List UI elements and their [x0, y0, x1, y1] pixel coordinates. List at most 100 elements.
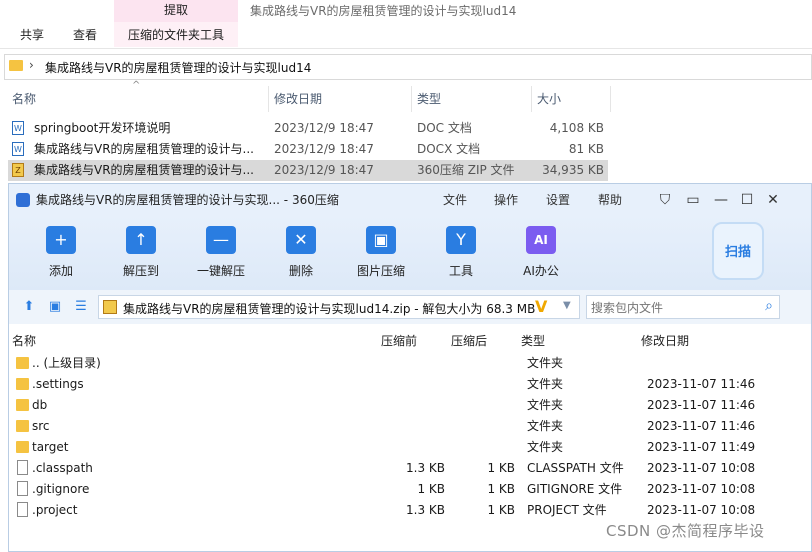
- zip-row[interactable]: .. (上级目录) 文件夹: [10, 353, 800, 374]
- skin-icon[interactable]: ⛉: [654, 184, 676, 216]
- zip-entry-name: .gitignore: [32, 482, 90, 496]
- image-compress-icon: ▣: [366, 226, 396, 254]
- file-row-selected[interactable]: Z 集成路线与VR的房屋租赁管理的设计与... 2023/12/9 18:47 …: [8, 160, 608, 181]
- tab-share[interactable]: 共享: [20, 22, 44, 48]
- zip-row[interactable]: src 文件夹 2023-11-07 11:46: [10, 416, 800, 437]
- zip-entry-name: src: [32, 419, 50, 433]
- toolbar-label: 添加: [48, 264, 73, 278]
- file-size: 4,108 KB: [549, 121, 604, 135]
- toolbar-label: 删除: [288, 264, 313, 278]
- tab-view[interactable]: 查看: [73, 22, 97, 48]
- chevron-down-icon[interactable]: ▼: [563, 300, 571, 311]
- zip-row[interactable]: .gitignore 1 KB 1 KB GITIGNORE 文件 2023-1…: [10, 479, 800, 500]
- menu-file[interactable]: 文件: [443, 184, 467, 216]
- zip-entry-type: 文件夹: [527, 398, 564, 412]
- thumbnail-view-icon[interactable]: ▣: [46, 298, 64, 316]
- zip-column-header-name[interactable]: 名称: [12, 331, 36, 351]
- zip-entry-type: 文件夹: [527, 419, 564, 433]
- file-modified: 2023/12/9 18:47: [274, 163, 374, 177]
- menu-help[interactable]: 帮助: [598, 184, 622, 216]
- word-doc-icon: W: [12, 142, 24, 156]
- zip-entry-type: GITIGNORE 文件: [527, 482, 623, 496]
- sort-up-icon: ^: [132, 80, 141, 91]
- watermark: CSDN @杰简程序毕设: [606, 522, 765, 540]
- zip-entry-after: 1 KB: [487, 503, 515, 517]
- tab-compressed-folder-tools[interactable]: 压缩的文件夹工具: [114, 22, 238, 47]
- column-divider[interactable]: [531, 86, 532, 112]
- toolbar-label: 解压到: [122, 264, 159, 278]
- search-icon[interactable]: ⌕: [765, 298, 773, 314]
- zip-column-header-type[interactable]: 类型: [521, 331, 545, 351]
- extract-to-button[interactable]: ↑ 解压到: [109, 222, 173, 284]
- column-header-type[interactable]: 类型: [417, 86, 441, 112]
- verified-v-icon: V: [535, 297, 548, 316]
- file-name: 集成路线与VR的房屋租赁管理的设计与...: [34, 142, 254, 156]
- zip-row[interactable]: .settings 文件夹 2023-11-07 11:46: [10, 374, 800, 395]
- column-header-size[interactable]: 大小: [537, 86, 561, 112]
- toolbar-label: 图片压缩: [356, 264, 405, 278]
- menu-operation[interactable]: 操作: [494, 184, 518, 216]
- zip-column-header-modified[interactable]: 修改日期: [641, 331, 689, 351]
- maximize-button[interactable]: ☐: [736, 184, 758, 216]
- tools-icon: Y: [446, 226, 476, 254]
- zip-entry-name: .classpath: [32, 461, 93, 475]
- folder-icon: [16, 399, 29, 411]
- file-icon: [17, 481, 28, 496]
- zip-entry-before: 1.3 KB: [406, 503, 445, 517]
- minimize-button[interactable]: —: [710, 184, 732, 216]
- ai-office-icon: AI: [526, 226, 556, 254]
- column-divider[interactable]: [610, 86, 611, 112]
- address-bar[interactable]: › 集成路线与VR的房屋租赁管理的设计与实现lud14: [4, 54, 812, 80]
- file-modified: 2023/12/9 18:47: [274, 121, 374, 135]
- menu-settings[interactable]: 设置: [546, 184, 570, 216]
- word-doc-icon: W: [12, 121, 24, 135]
- chevron-right-icon[interactable]: ›: [29, 58, 34, 72]
- zip-entry-before: 1.3 KB: [406, 461, 445, 475]
- archive-search-box[interactable]: ⌕: [586, 295, 780, 319]
- zip-entry-before: 1 KB: [417, 482, 445, 496]
- list-view-icon[interactable]: ☰: [72, 298, 90, 316]
- toolbar-label: AI办公: [523, 264, 559, 278]
- up-arrow-icon[interactable]: ⬆: [20, 298, 38, 316]
- search-input[interactable]: [589, 298, 753, 318]
- zip-row[interactable]: db 文件夹 2023-11-07 11:46: [10, 395, 800, 416]
- zip-window-title: 集成路线与VR的房屋租赁管理的设计与实现... - 360压缩: [36, 193, 339, 207]
- zip-entry-type: 文件夹: [527, 377, 564, 391]
- column-divider[interactable]: [411, 86, 412, 112]
- toolbar-label: 一键解压: [196, 264, 245, 278]
- zip-entry-name: .settings: [32, 377, 84, 391]
- one-click-extract-button[interactable]: — 一键解压: [189, 222, 253, 284]
- column-divider[interactable]: [268, 86, 269, 112]
- file-name: springboot开发环境说明: [34, 121, 171, 135]
- scan-button[interactable]: 扫描: [712, 222, 764, 280]
- file-icon: [17, 502, 28, 517]
- tab-extract[interactable]: 提取: [114, 0, 238, 22]
- zip-row[interactable]: target 文件夹 2023-11-07 11:49: [10, 437, 800, 458]
- zip-row[interactable]: .project 1.3 KB 1 KB PROJECT 文件 2023-11-…: [10, 500, 800, 521]
- delete-button[interactable]: ✕ 删除: [269, 222, 333, 284]
- folder-icon: [16, 441, 29, 453]
- tools-button[interactable]: Y 工具: [429, 222, 493, 284]
- feedback-icon[interactable]: ▭: [682, 184, 704, 216]
- file-row[interactable]: W 集成路线与VR的房屋租赁管理的设计与... 2023/12/9 18:47 …: [8, 139, 608, 160]
- zip-row[interactable]: .classpath 1.3 KB 1 KB CLASSPATH 文件 2023…: [10, 458, 800, 479]
- file-icon: [17, 460, 28, 475]
- zip-entry-name: target: [32, 440, 69, 454]
- zip-entry-name: .project: [32, 503, 78, 517]
- zip-entry-type: PROJECT 文件: [527, 503, 607, 517]
- image-compress-button[interactable]: ▣ 图片压缩: [349, 222, 413, 284]
- zip-entry-modified: 2023-11-07 10:08: [647, 461, 756, 475]
- archive-path-box[interactable]: 集成路线与VR的房屋租赁管理的设计与实现lud14.zip - 解包大小为 68…: [98, 295, 580, 319]
- delete-icon: ✕: [286, 226, 316, 254]
- zip-entry-type: 文件夹: [527, 440, 564, 454]
- archive-path-text: 集成路线与VR的房屋租赁管理的设计与实现lud14.zip - 解包大小为 68…: [123, 302, 536, 316]
- ai-office-button[interactable]: AI AI办公: [509, 222, 573, 284]
- zip-column-header-after[interactable]: 压缩后: [451, 331, 487, 351]
- zip-column-header-before[interactable]: 压缩前: [381, 331, 417, 351]
- column-header-modified[interactable]: 修改日期: [274, 86, 322, 112]
- file-row[interactable]: W springboot开发环境说明 2023/12/9 18:47 DOC 文…: [8, 118, 608, 139]
- column-header-name[interactable]: 名称: [12, 86, 36, 112]
- address-path: 集成路线与VR的房屋租赁管理的设计与实现lud14: [45, 61, 312, 75]
- close-button[interactable]: ✕: [762, 184, 784, 216]
- add-button[interactable]: + 添加: [29, 222, 93, 284]
